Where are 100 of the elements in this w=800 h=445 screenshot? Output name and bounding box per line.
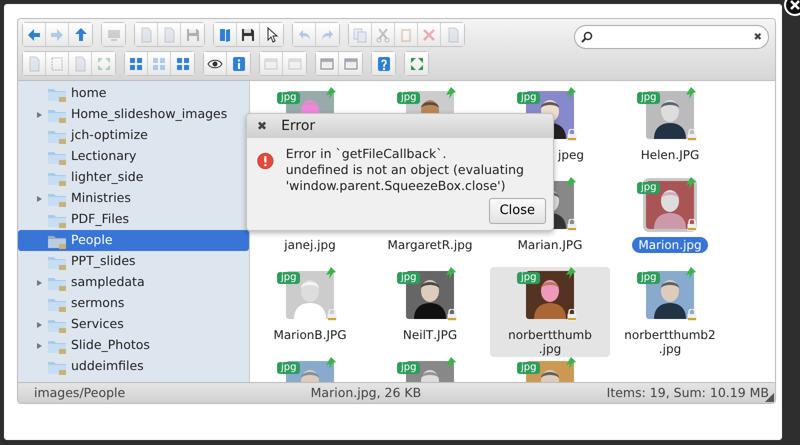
pin-icon — [566, 357, 576, 369]
search-icon — [581, 31, 593, 43]
clear-button[interactable]: ✖ — [754, 30, 762, 44]
folder-name: People — [71, 231, 113, 250]
expand-arrow-icon[interactable] — [35, 110, 43, 118]
pin-icon — [446, 357, 456, 369]
scissors-icon — [375, 26, 391, 42]
folder-item[interactable]: uddeimfiles — [18, 356, 249, 377]
lock-icon — [567, 309, 577, 321]
folder-item[interactable]: sermons — [18, 293, 249, 314]
file-name[interactable]: MarionB.JPG — [267, 327, 353, 343]
file-name[interactable]: norbertthumb.jpg — [491, 327, 609, 357]
arrow-left-icon — [26, 26, 42, 42]
file-type-badge: jpg — [637, 182, 660, 194]
window-icon — [319, 56, 335, 72]
file-name[interactable]: NeilT.JPG — [396, 327, 464, 343]
folder-item[interactable]: Lectionary — [18, 146, 249, 167]
lock-icon — [567, 129, 577, 141]
folder-item[interactable]: lighter_side — [18, 167, 249, 188]
file-type-badge: jpg — [517, 362, 540, 374]
folder-name: Home_slideshow_images — [71, 105, 228, 124]
expand-arrow-icon[interactable] — [35, 278, 43, 286]
expand-icon — [408, 56, 424, 72]
folder-item[interactable]: Slide_Photos — [18, 335, 249, 356]
file-name[interactable]: Marian.JPG — [512, 237, 588, 253]
folder-item[interactable]: Ministries — [18, 188, 249, 209]
lock-icon — [687, 219, 697, 231]
book-icon — [217, 26, 233, 42]
search-field[interactable]: ✖ — [574, 25, 769, 49]
expand-arrow-icon[interactable] — [35, 342, 43, 350]
clipboard-icon — [398, 26, 414, 42]
file-name[interactable]: Helen.JPG — [634, 147, 706, 163]
folder-item[interactable]: Home_slideshow_images — [18, 104, 249, 125]
file-type-badge: jpg — [397, 272, 420, 284]
error-message: Error in `getFileCallback`. — [286, 146, 448, 162]
grid-icon — [174, 56, 190, 72]
file-tile[interactable]: jpg norbertthumb.jpg — [490, 267, 610, 357]
folder-item[interactable]: Services — [18, 314, 249, 335]
arrow-right-icon — [49, 26, 65, 42]
toolbar-button[interactable] — [260, 23, 283, 46]
delete-icon — [421, 26, 437, 42]
pin-icon — [686, 267, 696, 279]
file-name[interactable]: janej.jpg — [278, 237, 342, 253]
file-type-badge: jpg — [637, 92, 660, 104]
file-type-badge: jpg — [277, 272, 300, 284]
folder-item[interactable]: sampledata — [18, 272, 249, 293]
pin-icon — [566, 177, 576, 189]
error-message: undefined is not an object (evaluating 'window.parent.SqueezeBox.close') — [286, 162, 525, 194]
pin-icon — [686, 87, 696, 99]
folder-name: sermons — [71, 294, 124, 312]
folder-item[interactable]: People — [18, 230, 249, 251]
folder-name: Lectionary — [71, 147, 136, 166]
close-button[interactable]: Close — [488, 198, 546, 224]
folder-item[interactable]: PPT_slides — [18, 251, 249, 272]
folder-name: lighter_side — [71, 168, 144, 186]
folder-name: uddeimfiles — [71, 357, 144, 376]
grid-icon — [128, 56, 144, 72]
grid-icon — [151, 56, 167, 72]
folder-item[interactable]: home — [18, 83, 249, 104]
file-type-badge: jpg — [277, 92, 300, 104]
lock-icon — [687, 129, 697, 141]
pin-icon — [446, 267, 456, 279]
lock-icon — [567, 219, 577, 231]
path-text: images/People — [34, 384, 126, 402]
file-name[interactable]: MargaretR.jpg — [382, 237, 478, 253]
folder-name: PDF_Files — [71, 210, 130, 228]
copy-icon — [352, 26, 368, 42]
file-name[interactable]: jpeg — [552, 147, 590, 163]
file-type-badge: jpg — [517, 272, 540, 284]
folder-name: home — [71, 84, 106, 102]
pin-icon — [326, 357, 336, 369]
pin-icon — [686, 177, 696, 189]
file-name[interactable]: Marion.jpg — [632, 237, 708, 253]
folder-name: Services — [71, 315, 124, 334]
info-icon — [230, 56, 246, 72]
expand-arrow-icon[interactable] — [35, 320, 43, 328]
folder-name: sampledata — [71, 273, 145, 292]
expand-arrow-icon[interactable] — [35, 194, 43, 202]
window-icon — [286, 56, 302, 72]
pin-icon — [326, 87, 336, 99]
folder-item[interactable]: PDF_Files — [18, 209, 249, 230]
arrow-up-icon — [72, 26, 88, 42]
folder-name: Slide_Photos — [71, 336, 150, 354]
selection-info: Marion.jpg, 26 KB — [310, 384, 422, 402]
pin-icon — [566, 87, 576, 99]
pin-icon — [446, 87, 456, 99]
folder-name: Ministries — [71, 189, 131, 208]
file-name[interactable]: norbertthumb2.jpg — [611, 327, 729, 357]
toolbar-button[interactable] — [237, 23, 260, 46]
toolbar-button[interactable] — [204, 52, 227, 75]
selection-icon — [49, 56, 65, 72]
lock-icon — [687, 309, 697, 321]
window-icon — [342, 56, 358, 72]
close-button[interactable]: ✖ — [257, 117, 268, 135]
folder-item[interactable]: jch-optimize — [18, 125, 249, 146]
lock-icon — [327, 309, 337, 321]
pin-icon — [326, 267, 336, 279]
help-icon — [376, 56, 392, 72]
file-type-badge: jpg — [397, 362, 420, 374]
file-type-badge: jpg — [397, 92, 420, 104]
